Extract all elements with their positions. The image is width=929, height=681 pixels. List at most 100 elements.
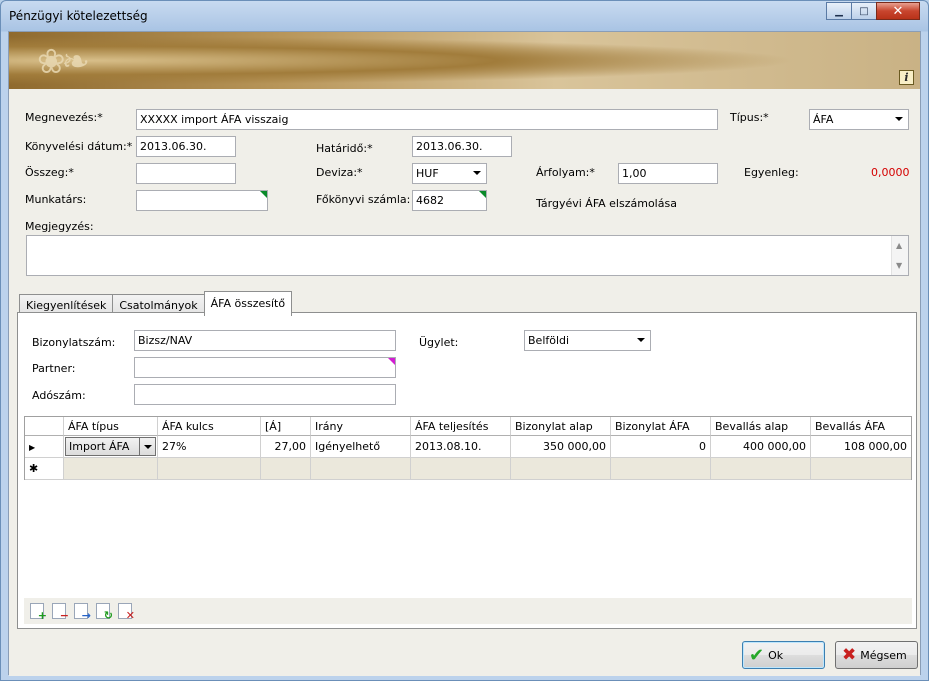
column-header-bizonylat-afa[interactable]: Bizonylat ÁFA xyxy=(611,417,711,436)
deviza-label: Deviza:* xyxy=(316,166,363,179)
new-row-cell[interactable] xyxy=(711,458,811,480)
chevron-down-icon xyxy=(473,171,481,175)
title-bar[interactable]: Pénzügyi kötelezettség ▁ □ ✕ xyxy=(1,1,928,31)
grid-toolbar: + − → ↻ ✕ xyxy=(24,598,912,624)
chevron-down-icon xyxy=(637,338,645,342)
client-area: ❀❧ i Megnevezés:* XXXXX import ÁFA vissz… xyxy=(8,31,921,676)
logo-icon: ❀❧ xyxy=(37,42,90,82)
minimize-icon: ▁ xyxy=(835,5,843,17)
window-controls: ▁ □ ✕ xyxy=(826,2,920,20)
megnevezes-label: Megnevezés:* xyxy=(25,111,103,124)
bevallas-afa-cell[interactable]: 108 000,00 xyxy=(811,436,911,458)
cancel-button[interactable]: ✖ Mégsem xyxy=(835,641,918,669)
new-row-cell[interactable] xyxy=(158,458,261,480)
checkmark-icon: ✔ xyxy=(749,644,765,666)
arfolyam-input[interactable]: 1,00 xyxy=(618,163,718,184)
tipus-value: ÁFA xyxy=(813,113,834,126)
bizonylat-alap-cell[interactable]: 350 000,00 xyxy=(511,436,611,458)
new-row-cell[interactable] xyxy=(811,458,911,480)
scroll-up-icon[interactable]: ▲ xyxy=(896,241,902,250)
add-row-icon[interactable]: + xyxy=(30,603,47,621)
hatarido-input[interactable]: 2013.06.30. xyxy=(412,136,512,157)
window-title: Pénzügyi kötelezettség xyxy=(9,9,148,23)
info-icon[interactable]: i xyxy=(899,70,914,85)
hatarido-label: Határidő:* xyxy=(316,142,373,155)
megjegyzes-label: Megjegyzés: xyxy=(25,220,94,233)
column-header-bevallas-afa[interactable]: Bevallás ÁFA xyxy=(811,417,911,436)
vertical-scrollbar[interactable]: ▲ ▼ xyxy=(891,236,908,275)
maximize-button[interactable]: □ xyxy=(851,2,877,20)
afa-tipus-cell[interactable]: Import ÁFA xyxy=(64,436,158,458)
ok-button[interactable]: ✔ Ok xyxy=(742,641,825,669)
konyvelesi-datum-label: Könyvelési dátum:* xyxy=(25,140,133,153)
afa-tipus-value: Import ÁFA xyxy=(69,440,130,453)
fokonyvi-description: Tárgyévi ÁFA elszámolása xyxy=(536,197,677,210)
osszeg-input[interactable] xyxy=(136,163,236,184)
irany-cell[interactable]: Igényelhető xyxy=(311,436,411,458)
munkatars-input[interactable] xyxy=(136,190,268,211)
cancel-button-label: Mégsem xyxy=(860,648,907,662)
column-header-irany[interactable]: Irány xyxy=(311,417,411,436)
column-header-bevallas-alap[interactable]: Bevallás alap xyxy=(711,417,811,436)
konyvelesi-datum-input[interactable]: 2013.06.30. xyxy=(136,136,236,157)
new-row-cell[interactable] xyxy=(261,458,311,480)
row-header-new[interactable]: ✱ xyxy=(25,458,64,480)
adoszam-input[interactable] xyxy=(134,384,396,405)
afa-teljesites-cell[interactable]: 2013.08.10. xyxy=(411,436,511,458)
afa-kulcs-cell[interactable]: 27% xyxy=(158,436,261,458)
afa-osszesito-panel: Bizonylatszám: Bizsz/NAV Ügylet: Belföld… xyxy=(17,312,917,629)
bizonylatszam-input[interactable]: Bizsz/NAV xyxy=(134,330,396,351)
row-header-corner xyxy=(25,417,64,436)
remove-row-icon[interactable]: − xyxy=(52,603,69,621)
deviza-select[interactable]: HUF xyxy=(412,163,487,184)
fokonyvi-input[interactable]: 4682 xyxy=(412,190,487,211)
refresh-row-icon[interactable]: ↻ xyxy=(96,603,113,621)
deviza-value: HUF xyxy=(416,167,439,180)
move-row-icon[interactable]: → xyxy=(74,603,91,621)
maximize-icon: □ xyxy=(859,5,869,17)
megnevezes-input[interactable]: XXXXX import ÁFA visszaig xyxy=(136,109,718,130)
megjegyzes-textarea[interactable]: ▲ ▼ xyxy=(26,235,909,276)
new-row-cell[interactable] xyxy=(611,458,711,480)
adoszam-label: Adószám: xyxy=(32,389,86,402)
chevron-down-icon[interactable] xyxy=(139,438,155,455)
new-row-cell[interactable] xyxy=(64,458,158,480)
egyenleg-label: Egyenleg: xyxy=(744,166,799,179)
afa-tipus-select[interactable]: Import ÁFA xyxy=(65,437,156,456)
delete-all-icon[interactable]: ✕ xyxy=(118,603,135,621)
column-header-a[interactable]: [Á] xyxy=(261,417,311,436)
partner-label: Partner: xyxy=(32,362,76,375)
osszeg-label: Összeg:* xyxy=(25,166,74,179)
new-row-cell[interactable] xyxy=(311,458,411,480)
ugylet-label: Ügylet: xyxy=(419,336,459,349)
afa-grid: ÁFA típus ÁFA kulcs [Á] Irány ÁFA teljes… xyxy=(24,416,912,480)
column-header-afa-teljesites[interactable]: ÁFA teljesítés xyxy=(411,417,511,436)
bizonylat-afa-cell[interactable]: 0 xyxy=(611,436,711,458)
table-row[interactable]: ▶ Import ÁFA 27% 27,00 Igényelhető 2013.… xyxy=(25,436,911,458)
bevallas-alap-cell[interactable]: 400 000,00 xyxy=(711,436,811,458)
tipus-select[interactable]: ÁFA xyxy=(809,109,909,130)
column-header-afa-tipus[interactable]: ÁFA típus xyxy=(64,417,158,436)
row-header[interactable]: ▶ xyxy=(25,436,64,458)
tab-afa-osszesito[interactable]: ÁFA összesítő xyxy=(203,291,293,316)
close-button[interactable]: ✕ xyxy=(876,2,920,20)
ugylet-select[interactable]: Belföldi xyxy=(524,330,651,351)
fokonyvi-label: Főkönyvi számla: xyxy=(316,193,411,206)
new-row-cell[interactable] xyxy=(411,458,511,480)
column-header-bizonylat-alap[interactable]: Bizonylat alap xyxy=(511,417,611,436)
a-cell[interactable]: 27,00 xyxy=(261,436,311,458)
arfolyam-label: Árfolyam:* xyxy=(536,166,595,179)
dialog-footer: ✔ Ok ✖ Mégsem xyxy=(9,632,920,676)
row-new-icon: ✱ xyxy=(29,462,39,475)
new-row[interactable]: ✱ xyxy=(25,458,911,480)
minimize-button[interactable]: ▁ xyxy=(826,2,852,20)
ok-button-label: Ok xyxy=(768,648,784,662)
partner-input[interactable] xyxy=(134,357,396,378)
column-header-afa-kulcs[interactable]: ÁFA kulcs xyxy=(158,417,261,436)
scroll-down-icon[interactable]: ▼ xyxy=(896,261,902,270)
dialog-window: Pénzügyi kötelezettség ▁ □ ✕ ❀❧ i Megnev… xyxy=(0,0,929,681)
tab-strip: Kiegyenlítések Csatolmányok ÁFA összesít… xyxy=(19,291,293,316)
ugylet-value: Belföldi xyxy=(528,334,570,347)
new-row-cell[interactable] xyxy=(511,458,611,480)
cancel-x-icon: ✖ xyxy=(842,645,857,665)
